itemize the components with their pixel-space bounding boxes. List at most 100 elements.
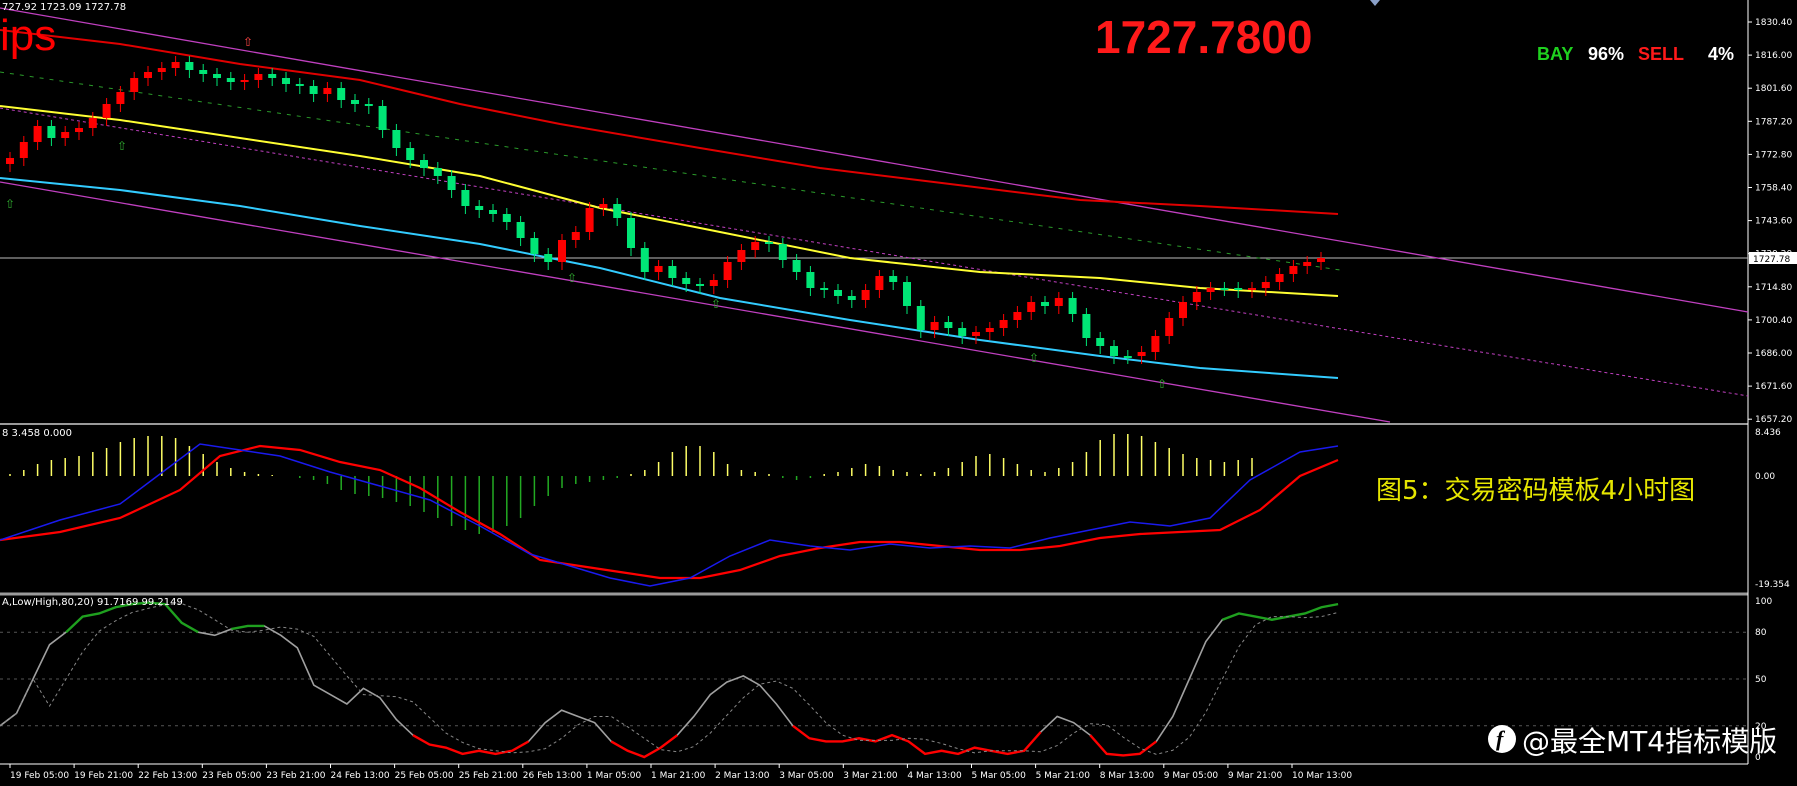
ind1-axis-label: 8.436: [1755, 428, 1781, 438]
stoch-extreme-segment: [792, 724, 1042, 756]
candle-body: [337, 88, 346, 100]
candle-body: [530, 238, 539, 254]
candle-body: [1234, 288, 1243, 290]
candle-body: [378, 106, 387, 130]
time-axis-label: 5 Mar 21:00: [1036, 771, 1091, 781]
candle-body: [1206, 288, 1215, 292]
price-axis-label: 1657.20: [1755, 415, 1792, 425]
candle-body: [1165, 318, 1174, 336]
candle-body: [723, 262, 732, 280]
signal-arrow-icon: ⇧: [5, 197, 15, 211]
candle-body: [599, 204, 608, 208]
candle-body: [1096, 338, 1105, 346]
channel-middle-line: [0, 107, 1749, 397]
candle-body: [1317, 258, 1325, 262]
candle-body: [861, 290, 870, 300]
stoch-extreme-segment: [610, 734, 678, 759]
current-price-display: 1727.7800: [1095, 11, 1313, 63]
candle-body: [585, 208, 594, 232]
candle-body: [1137, 352, 1146, 356]
candle-body: [226, 78, 235, 82]
stoch-k-line: [0, 601, 1339, 758]
mt4-chart-window: 1830.40 1816.00 1801.60 1787.20 1772.80 1758.…: [0, 0, 1797, 786]
channel-upper-line: [0, 7, 1749, 313]
price-axis-label: 1686.00: [1755, 349, 1792, 359]
time-axis-label: 3 Mar 21:00: [843, 771, 898, 781]
candle-body: [640, 248, 649, 272]
candle-body: [571, 232, 580, 240]
candle-body: [668, 266, 677, 278]
ind1-axis-label: -19.354: [1755, 580, 1790, 590]
candle-body: [433, 168, 442, 176]
time-axis-label: 3 Mar 05:00: [779, 771, 834, 781]
chart-canvas[interactable]: 1830.40 1816.00 1801.60 1787.20 1772.80 1758.…: [0, 0, 1797, 786]
bay-label: BAY: [1537, 44, 1574, 64]
candle-body: [834, 290, 842, 296]
candle-body: [778, 244, 787, 260]
candle-body: [323, 88, 332, 94]
candle-body: [1068, 298, 1077, 314]
candle-body: [295, 84, 304, 86]
time-axis-label: 25 Feb 21:00: [459, 771, 518, 781]
candle-body: [116, 92, 125, 104]
candle-body: [916, 306, 925, 330]
candle-body: [102, 104, 111, 118]
candle-body: [709, 280, 718, 286]
signal-arrow-icon: ⇧: [243, 35, 253, 49]
time-axis-label: 9 Mar 21:00: [1228, 771, 1283, 781]
time-axis-label: 8 Mar 13:00: [1100, 771, 1155, 781]
candle-body: [144, 72, 152, 78]
stoch-extreme-segment: [1089, 734, 1158, 757]
candle-body: [1275, 274, 1284, 282]
time-axis-label: 23 Feb 05:00: [202, 771, 261, 781]
ind2-axis-label: 80: [1755, 628, 1767, 638]
time-axis-label: 24 Feb 13:00: [331, 771, 390, 781]
time-axis-label: 25 Feb 05:00: [395, 771, 454, 781]
time-axis-label: 26 Feb 13:00: [523, 771, 582, 781]
current-price-tag-label: 1727.78: [1753, 255, 1790, 265]
candle-body: [558, 240, 566, 262]
time-axis-label: 1 Mar 21:00: [651, 771, 706, 781]
candle-body: [1041, 302, 1049, 306]
time-axis-label: 4 Mar 13:00: [907, 771, 962, 781]
time-axis-label: 19 Feb 05:00: [10, 771, 69, 781]
candle-body: [613, 204, 622, 218]
price-axis-label: 1714.80: [1755, 283, 1792, 293]
signal-blue-line: [0, 443, 1339, 587]
candle-body: [627, 218, 635, 248]
stoch-extreme-segment: [1221, 602, 1339, 621]
candle-body: [157, 68, 166, 72]
candle-body: [351, 100, 359, 104]
candle-body: [654, 266, 663, 272]
candle-body: [1082, 314, 1091, 338]
signal-arrow-icon: ⇧: [1157, 377, 1167, 391]
candle-body: [282, 78, 290, 84]
candle-body: [972, 332, 980, 336]
candle-body: [1123, 356, 1132, 358]
candle-body: [958, 328, 967, 336]
candle-body: [364, 104, 373, 106]
ind2-axis-label: 100: [1755, 597, 1772, 607]
candle-body: [130, 78, 139, 92]
candle-body: [1151, 336, 1160, 352]
candle-body: [944, 322, 953, 328]
sell-percent: 4%: [1708, 44, 1735, 64]
candle-body: [1303, 262, 1312, 266]
candle-body: [875, 276, 884, 290]
candle-body: [406, 148, 415, 160]
chart-caption: 图5：交易密码模板4小时图: [1376, 476, 1696, 506]
time-axis-label: 1 Mar 05:00: [587, 771, 642, 781]
ind2-axis-label: 50: [1755, 675, 1767, 685]
candle-body: [985, 328, 994, 332]
watermark-logo-icon: f: [1488, 725, 1516, 753]
candle-body: [696, 284, 704, 286]
price-axis-label: 1830.40: [1755, 18, 1792, 28]
candle-body: [1179, 302, 1187, 318]
candle-body: [1110, 346, 1118, 356]
candle-body: [1013, 312, 1022, 320]
candle-body: [765, 242, 773, 244]
candle-body: [475, 206, 484, 210]
candle-body: [751, 242, 760, 250]
bay-percent: 96%: [1588, 44, 1625, 64]
price-axis-label: 1816.00: [1755, 51, 1792, 61]
